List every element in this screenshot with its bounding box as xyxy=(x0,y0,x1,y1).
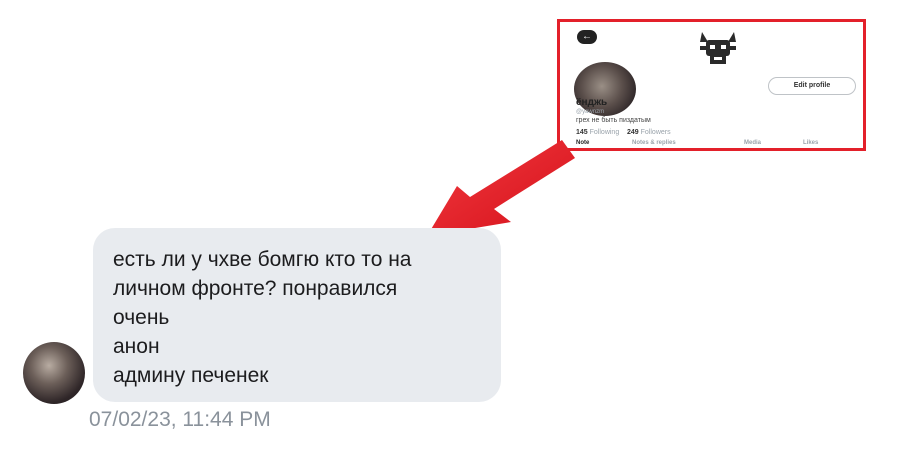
message-line: админу печенек xyxy=(113,364,269,387)
profile-handle: @yawnzm xyxy=(576,109,605,115)
arrow-left-icon: ← xyxy=(577,30,597,44)
profile-name: ёнджь xyxy=(576,97,608,108)
followers-label[interactable]: Followers xyxy=(641,129,671,136)
profile-bio: грех не быть пиздатым xyxy=(576,117,651,124)
message-bubble: есть ли у чхве бомгю кто то на личном фр… xyxy=(93,228,501,402)
message-line: личном фронте? понравился xyxy=(113,277,398,300)
message-line: есть ли у чхве бомгю кто то на xyxy=(113,248,412,271)
tab-likes[interactable]: Likes xyxy=(803,140,818,146)
message-line: анон xyxy=(113,335,160,358)
profile-stats: 145 Following 249 Followers xyxy=(576,129,671,136)
profile-screenshot-inset: ← Edit profile ёнджь @yawnzm грех не быт… xyxy=(557,19,866,151)
following-count: 145 xyxy=(576,129,588,136)
followers-count: 249 xyxy=(627,129,639,136)
edit-profile-button[interactable]: Edit profile xyxy=(768,77,856,95)
message-line: очень xyxy=(113,306,170,329)
message-timestamp: 07/02/23, 11:44 PM xyxy=(89,408,271,431)
tab-notes-replies[interactable]: Notes & replies xyxy=(632,140,676,146)
tab-note[interactable]: Note xyxy=(576,140,589,146)
cat-emblem-icon xyxy=(700,32,736,64)
tab-media[interactable]: Media xyxy=(744,140,761,146)
following-label[interactable]: Following xyxy=(590,129,620,136)
sender-avatar[interactable] xyxy=(23,342,85,404)
